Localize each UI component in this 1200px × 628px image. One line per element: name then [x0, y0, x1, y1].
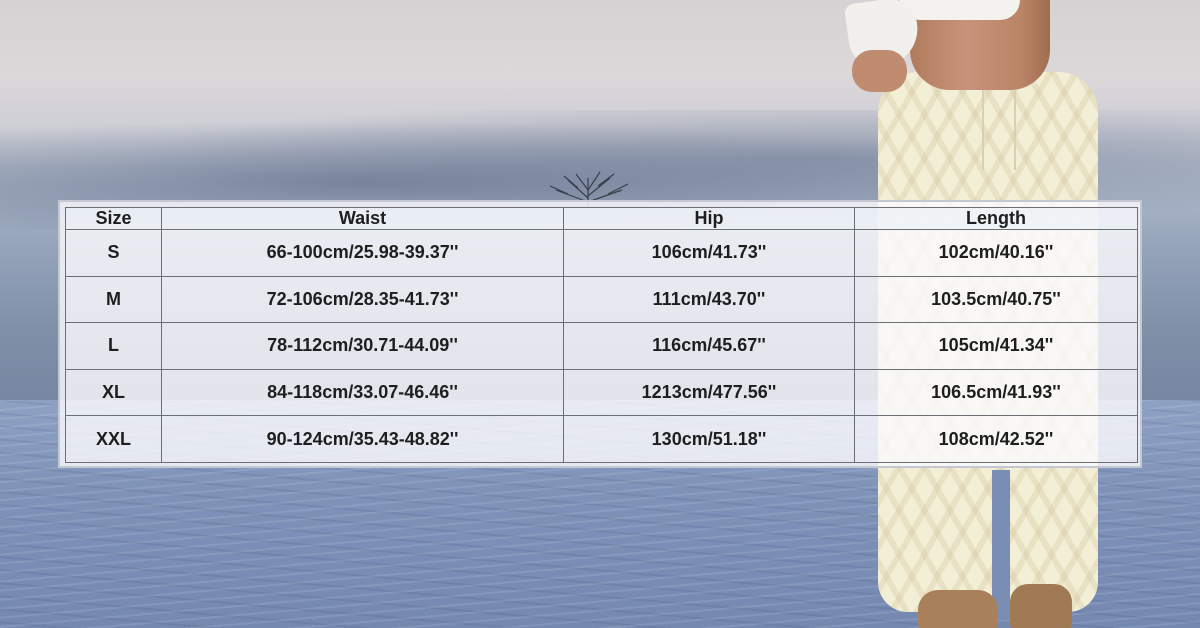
cell-length: 103.5cm/40.75'' [854, 275, 1138, 324]
crop-top [900, 0, 1020, 20]
cell-size: M [65, 275, 162, 324]
boot-left [918, 590, 998, 628]
cell-length: 106.5cm/41.93'' [854, 368, 1138, 417]
size-chart-table: Size Waist Hip Length S 66-100cm/25.98-3… [65, 207, 1138, 463]
cell-hip: 106cm/41.73'' [563, 229, 855, 277]
boot-right [1010, 584, 1072, 628]
cell-size: XL [65, 368, 162, 417]
cell-length: 105cm/41.34'' [854, 322, 1138, 370]
cell-waist: 72-106cm/28.35-41.73'' [161, 275, 564, 324]
cell-size: S [65, 229, 162, 277]
header-waist: Waist [161, 207, 564, 230]
cell-waist: 84-118cm/33.07-46.46'' [161, 368, 564, 417]
table-row: XL 84-118cm/33.07-46.46'' 1213cm/477.56'… [65, 368, 1138, 417]
cell-hip: 130cm/51.18'' [563, 415, 855, 463]
cell-waist: 78-112cm/30.71-44.09'' [161, 322, 564, 370]
leg-gap [992, 470, 1010, 620]
header-hip: Hip [563, 207, 855, 230]
cell-waist: 66-100cm/25.98-39.37'' [161, 229, 564, 277]
table-row: M 72-106cm/28.35-41.73'' 111cm/43.70'' 1… [65, 275, 1138, 324]
header-length: Length [854, 207, 1138, 230]
header-row: Size Waist Hip Length [65, 207, 1138, 230]
cell-hip: 111cm/43.70'' [563, 275, 855, 324]
cell-length: 102cm/40.16'' [854, 229, 1138, 277]
cell-length: 108cm/42.52'' [854, 415, 1138, 463]
cell-hip: 116cm/45.67'' [563, 322, 855, 370]
cell-hip: 1213cm/477.56'' [563, 368, 855, 417]
cell-waist: 90-124cm/35.43-48.82'' [161, 415, 564, 463]
size-chart-panel: Size Waist Hip Length S 66-100cm/25.98-3… [58, 200, 1142, 468]
hand [852, 50, 907, 92]
table-row: S 66-100cm/25.98-39.37'' 106cm/41.73'' 1… [65, 229, 1138, 277]
table-row: XXL 90-124cm/35.43-48.82'' 130cm/51.18''… [65, 415, 1138, 463]
cell-size: L [65, 322, 162, 370]
header-size: Size [65, 207, 162, 230]
table-row: L 78-112cm/30.71-44.09'' 116cm/45.67'' 1… [65, 322, 1138, 370]
drawstring [982, 90, 1016, 170]
cell-size: XXL [65, 415, 162, 463]
